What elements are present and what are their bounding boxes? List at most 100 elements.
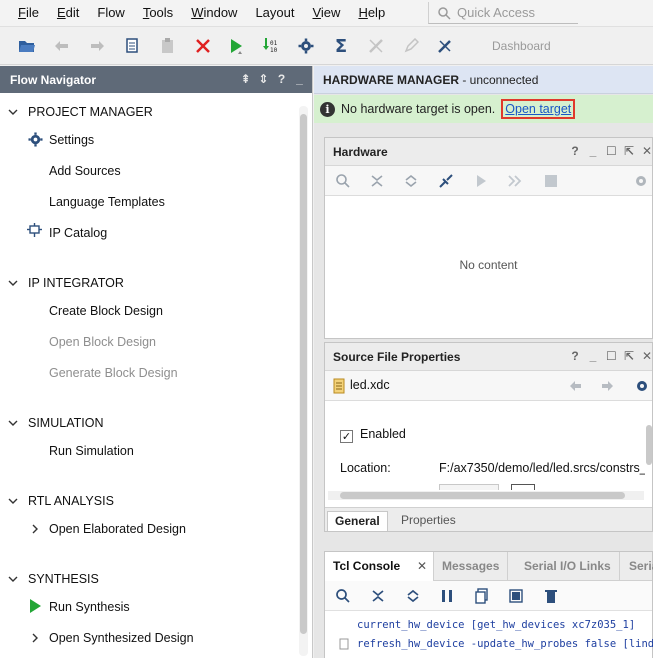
flow-navigator-scrollbar[interactable] [299, 106, 308, 656]
expand-all-icon[interactable] [403, 173, 419, 189]
menu-edit[interactable]: Edit [48, 0, 88, 27]
nav-open-synthesized-design[interactable]: Open Synthesized Design [49, 628, 194, 648]
section-rtl-analysis[interactable]: RTL ANALYSIS [28, 491, 114, 511]
run-trigger-icon[interactable] [473, 173, 489, 189]
minimize-icon[interactable]: _ [588, 144, 598, 158]
collapse-all-icon[interactable] [370, 588, 386, 604]
run-icon[interactable] [226, 36, 246, 56]
horizontal-scrollbar[interactable] [328, 491, 644, 500]
vertical-scrollbar[interactable] [646, 425, 652, 465]
hardware-panel-header: Hardware ? _ ☐ ⇱ ✕ [325, 138, 652, 166]
menu-help[interactable]: Help [349, 0, 394, 27]
section-project-manager[interactable]: PROJECT MANAGER [28, 102, 153, 122]
hardware-panel-title: Hardware [333, 144, 388, 159]
run-green-icon [30, 599, 41, 613]
auto-connect-icon[interactable] [438, 173, 454, 189]
wrench-cancel-icon[interactable] [435, 36, 455, 56]
float-icon[interactable]: ⇱ [624, 349, 634, 363]
close-icon[interactable]: ✕ [642, 349, 652, 363]
back-arrow-icon[interactable] [567, 378, 583, 394]
gear-icon[interactable] [634, 378, 650, 394]
menu-tools[interactable]: Tools [134, 0, 182, 27]
dashboard-button[interactable]: Dashboard [492, 39, 551, 53]
enabled-checkbox[interactable]: ✓ [340, 430, 353, 443]
chevron-right-icon[interactable] [30, 524, 40, 534]
chevron-down-icon[interactable] [8, 574, 18, 584]
nav-language-templates[interactable]: Language Templates [49, 192, 165, 212]
quick-access-search[interactable]: Quick Access [428, 2, 578, 24]
nav-create-block-design[interactable]: Create Block Design [49, 301, 163, 321]
section-simulation[interactable]: SIMULATION [28, 413, 103, 433]
tab-tcl-console[interactable]: Tcl Console ✕ [325, 552, 434, 581]
paste-icon[interactable] [158, 36, 178, 56]
search-icon[interactable] [335, 588, 351, 604]
quick-access-placeholder: Quick Access [457, 5, 536, 20]
nav-add-sources[interactable]: Add Sources [49, 161, 121, 181]
tab-properties[interactable]: Properties [394, 511, 463, 531]
fold-icon[interactable] [339, 638, 349, 650]
maximize-icon[interactable]: ☐ [606, 144, 617, 158]
close-icon[interactable]: ✕ [642, 144, 652, 158]
maximize-icon[interactable]: ☐ [606, 349, 617, 363]
table-icon[interactable] [508, 588, 524, 604]
close-icon[interactable]: ✕ [417, 552, 427, 580]
nav-ip-catalog[interactable]: IP Catalog [49, 223, 107, 243]
chevron-down-icon[interactable] [8, 496, 18, 506]
chevron-down-icon[interactable] [8, 278, 18, 288]
pause-icon[interactable] [439, 588, 455, 604]
gear-icon[interactable] [633, 173, 649, 189]
section-synthesis[interactable]: SYNTHESIS [28, 569, 99, 589]
copy-icon[interactable] [474, 588, 490, 604]
menu-window[interactable]: Window [182, 0, 246, 27]
svg-text:10: 10 [270, 47, 278, 54]
nav-run-simulation[interactable]: Run Simulation [49, 441, 134, 461]
float-icon[interactable]: ⇱ [624, 144, 634, 158]
tab-serial[interactable]: Seria [621, 552, 653, 581]
menu-layout[interactable]: Layout [246, 0, 303, 27]
expand-all-icon[interactable] [405, 588, 421, 604]
hardware-panel: Hardware ? _ ☐ ⇱ ✕ No content [324, 137, 653, 339]
stop-icon[interactable] [543, 173, 559, 189]
tab-serial-io-links[interactable]: Serial I/O Links [516, 552, 620, 581]
copy-icon[interactable] [123, 36, 143, 56]
menu-file[interactable]: File [0, 0, 48, 27]
nav-open-elaborated-design[interactable]: Open Elaborated Design [49, 519, 186, 539]
nav-open-block-design[interactable]: Open Block Design [49, 332, 156, 352]
sigma-icon[interactable]: Σ [331, 36, 351, 57]
help-icon[interactable]: ? [570, 144, 580, 158]
help-icon[interactable]: ? [570, 349, 580, 363]
search-icon[interactable] [335, 173, 351, 189]
tcl-toolbar [325, 581, 652, 611]
section-ip-integrator[interactable]: IP INTEGRATOR [28, 273, 124, 293]
forward-arrow-icon[interactable] [600, 378, 616, 394]
minimize-icon[interactable]: _ [588, 349, 598, 363]
bitstream-icon[interactable]: 01 10 [261, 36, 281, 56]
menu-flow[interactable]: Flow [88, 0, 133, 27]
nav-settings[interactable]: Settings [49, 130, 94, 150]
redo-icon[interactable] [87, 36, 107, 56]
tab-messages[interactable]: Messages [434, 552, 509, 581]
tools-disabled-icon[interactable] [366, 36, 386, 56]
tab-general[interactable]: General [327, 511, 388, 531]
chevron-right-icon[interactable] [30, 633, 40, 643]
chevron-down-icon[interactable] [8, 107, 18, 117]
open-target-link[interactable]: Open target [501, 99, 576, 119]
trash-icon[interactable] [543, 588, 559, 604]
nav-generate-block-design[interactable]: Generate Block Design [49, 363, 178, 383]
open-project-icon[interactable] [17, 36, 37, 56]
constraints-file-icon [333, 378, 345, 394]
expand-all-icon[interactable]: ⇕ [257, 71, 270, 87]
menu-view[interactable]: View [303, 0, 349, 27]
pen-disabled-icon[interactable] [401, 36, 421, 56]
run-immediate-icon[interactable] [507, 173, 523, 189]
collapse-all-icon[interactable]: ⇞ [239, 71, 252, 87]
collapse-all-icon[interactable] [369, 173, 385, 189]
delete-icon[interactable] [193, 36, 213, 56]
nav-run-synthesis[interactable]: Run Synthesis [49, 597, 130, 617]
undo-icon[interactable] [52, 36, 72, 56]
minimize-icon[interactable]: _ [293, 71, 306, 87]
help-icon[interactable]: ? [275, 71, 288, 87]
chevron-down-icon[interactable] [8, 418, 18, 428]
partial-control [511, 484, 535, 490]
settings-icon[interactable] [296, 36, 316, 56]
